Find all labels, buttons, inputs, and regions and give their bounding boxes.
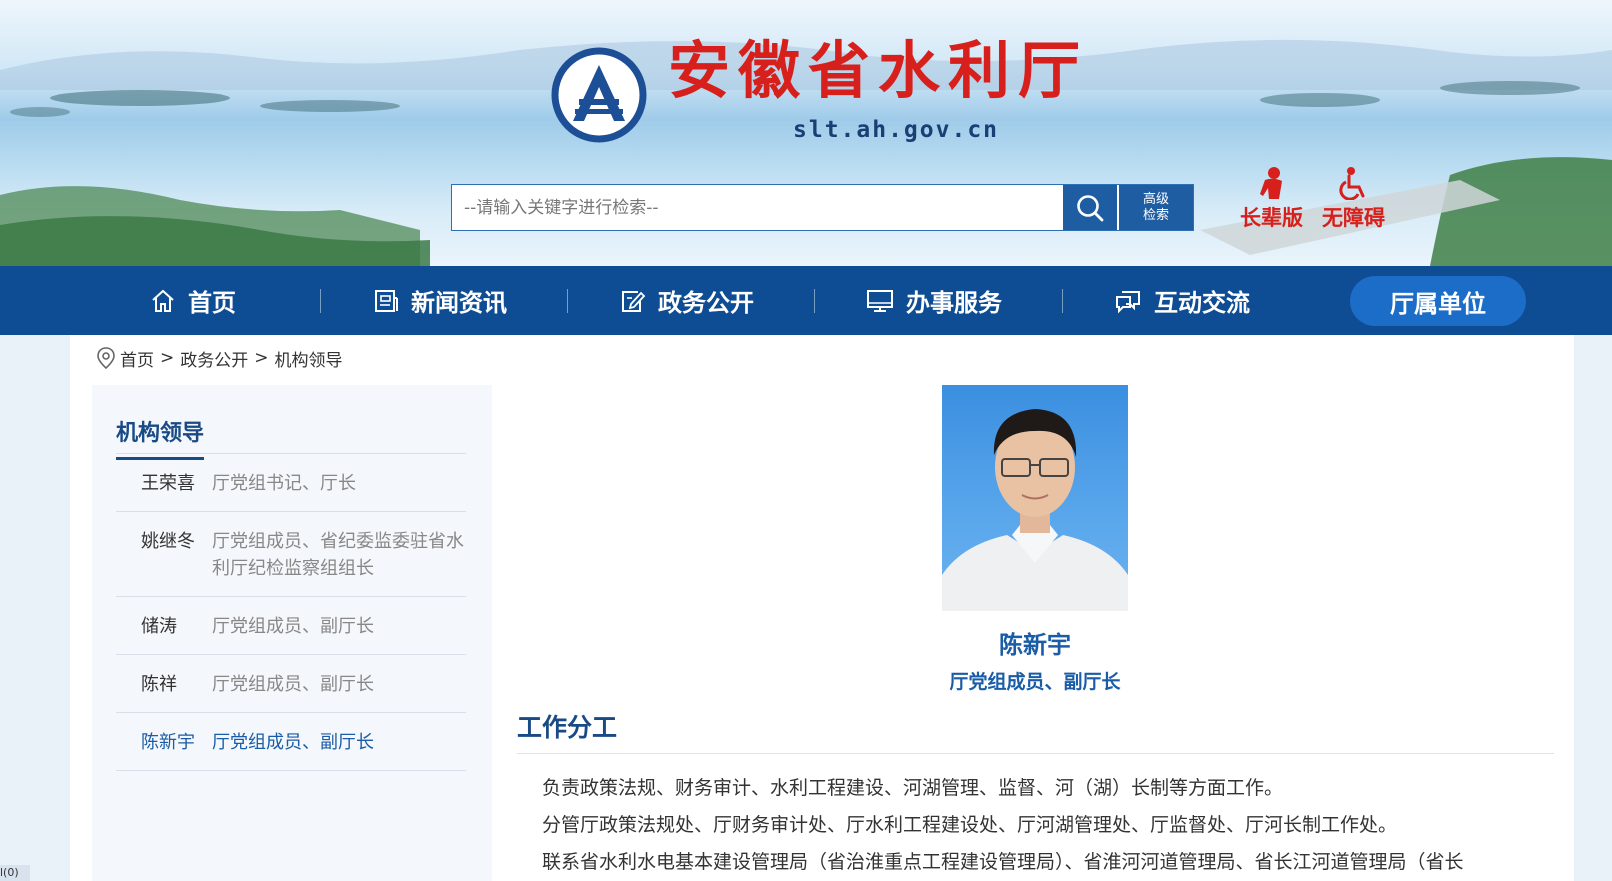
search-button[interactable] bbox=[1063, 185, 1117, 230]
nav-item-gov-affairs-label: 政务公开 bbox=[658, 289, 754, 317]
leader-name: 姚继冬 bbox=[141, 531, 195, 552]
nav-divider bbox=[567, 289, 568, 313]
elder-mode-label: 长辈版 bbox=[1240, 206, 1303, 230]
profile-name: 陈新宇 bbox=[999, 631, 1071, 659]
wheelchair-icon bbox=[1338, 167, 1364, 200]
nav-item-services-label: 办事服务 bbox=[906, 289, 1002, 317]
site-header: 安徽省水利厅 slt.ah.gov.cn 高级 检索 长辈版 无障碍 bbox=[0, 0, 1612, 266]
advanced-search-label-line2: 检索 bbox=[1142, 207, 1169, 223]
leader-post: 厅党组书记、厅长 bbox=[212, 473, 356, 494]
elder-mode-link[interactable]: 长辈版 bbox=[1240, 166, 1303, 232]
profile-photo bbox=[942, 385, 1128, 611]
portrait-image bbox=[942, 409, 1128, 611]
breadcrumb-gov-affairs[interactable]: 政务公开 bbox=[180, 346, 248, 371]
duty-line: 分管厅政策法规处、厅财务审计处、厅水利工程建设处、厅河湖管理处、厅监督处、厅河长… bbox=[542, 814, 1398, 836]
monitor-icon bbox=[867, 289, 893, 312]
section-divider bbox=[517, 753, 1554, 754]
floating-tag[interactable]: l(0) bbox=[0, 865, 30, 881]
advanced-search-label-line1: 高级 bbox=[1142, 191, 1169, 207]
leader-post: 厅党组成员、副厅长 bbox=[212, 732, 374, 753]
accessibility-label: 无障碍 bbox=[1322, 206, 1385, 230]
edit-doc-icon bbox=[622, 290, 646, 312]
logo-icon bbox=[551, 47, 647, 143]
nav-item-services[interactable]: 办事服务 bbox=[866, 266, 1002, 335]
nav-item-news[interactable]: 新闻资讯 bbox=[373, 266, 507, 335]
leader-item-active[interactable]: 陈新宇 厅党组成员、副厅长 bbox=[116, 713, 466, 771]
nav-divider bbox=[1062, 289, 1063, 313]
chat-icon bbox=[1116, 290, 1140, 313]
nav-item-gov-affairs[interactable]: 政务公开 bbox=[620, 266, 754, 335]
elder-icon bbox=[1259, 167, 1282, 199]
nav-item-interaction[interactable]: 互动交流 bbox=[1114, 266, 1250, 335]
site-title: 安徽省水利厅 bbox=[668, 34, 1089, 107]
nav-item-affiliated-units[interactable]: 厅属单位 bbox=[1350, 276, 1526, 326]
breadcrumb-home[interactable]: 首页 bbox=[120, 346, 154, 371]
leader-name: 陈新宇 bbox=[141, 732, 195, 753]
accessibility-link[interactable]: 无障碍 bbox=[1322, 166, 1385, 232]
nav-item-affiliated-units-label: 厅属单位 bbox=[1390, 289, 1486, 318]
section-title: 工作分工 bbox=[517, 713, 618, 742]
breadcrumb-separator: > bbox=[160, 348, 175, 368]
breadcrumb-leaders[interactable]: 机构领导 bbox=[275, 346, 343, 371]
location-pin-icon bbox=[97, 347, 115, 370]
nav-item-news-label: 新闻资讯 bbox=[411, 289, 507, 317]
duty-line: 联系省水利水电基本建设管理局（省治淮重点工程建设管理局）、省淮河河道管理局、省长… bbox=[542, 851, 1464, 873]
news-icon bbox=[375, 289, 398, 312]
nav-divider bbox=[814, 289, 815, 313]
leader-item[interactable]: 王荣喜 厅党组书记、厅长 bbox=[116, 454, 466, 512]
leader-list: 王荣喜 厅党组书记、厅长 姚继冬 厅党组成员、省纪委监委驻省水利厅纪检监察组组长… bbox=[116, 454, 466, 771]
profile-post: 厅党组成员、副厅长 bbox=[949, 671, 1121, 693]
nav-item-home-label: 首页 bbox=[188, 289, 236, 317]
duty-list: 负责政策法规、财务审计、水利工程建设、河湖管理、监督、河（湖）长制等方面工作。 … bbox=[542, 770, 1552, 881]
site-domain: slt.ah.gov.cn bbox=[793, 117, 1000, 143]
nav-item-home[interactable]: 首页 bbox=[150, 266, 236, 335]
search-bar: 高级 检索 bbox=[451, 184, 1194, 231]
advanced-search-button[interactable]: 高级 检索 bbox=[1117, 185, 1193, 230]
search-icon bbox=[1077, 194, 1104, 221]
breadcrumb: 首页 > 政务公开 > 机构领导 bbox=[96, 345, 343, 371]
leader-name: 王荣喜 bbox=[141, 473, 195, 494]
search-input[interactable] bbox=[452, 185, 1063, 230]
leader-item[interactable]: 姚继冬 厅党组成员、省纪委监委驻省水利厅纪检监察组组长 bbox=[116, 512, 466, 597]
home-icon bbox=[152, 289, 174, 312]
duty-line: 负责政策法规、财务审计、水利工程建设、河湖管理、监督、河（湖）长制等方面工作。 bbox=[542, 777, 1284, 799]
main-nav: 首页 新闻资讯 政务公开 办事服务 互动交流 厅属单位 bbox=[0, 266, 1612, 335]
leader-post: 厅党组成员、省纪委监委驻省水利厅纪检监察组组长 bbox=[212, 531, 464, 579]
nav-divider bbox=[320, 289, 321, 313]
breadcrumb-separator: > bbox=[254, 348, 269, 368]
nav-item-interaction-label: 互动交流 bbox=[1154, 289, 1250, 317]
